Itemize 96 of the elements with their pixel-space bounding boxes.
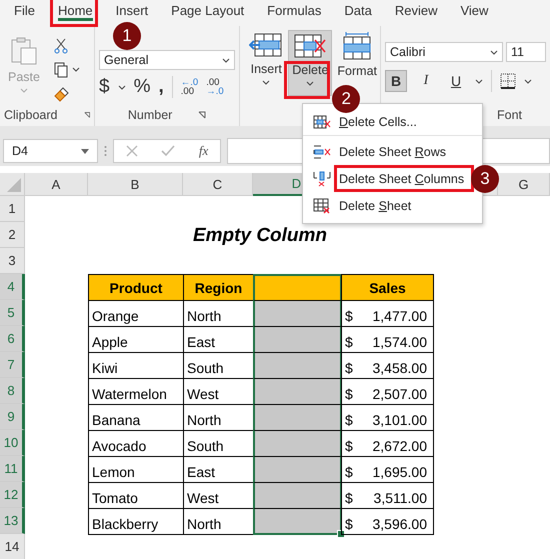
- row-header[interactable]: 5: [0, 300, 25, 326]
- column-header[interactable]: B: [88, 173, 183, 196]
- format-cells-icon: [342, 32, 372, 60]
- currency-symbol: $: [345, 438, 353, 454]
- number-format-dropdown[interactable]: General: [99, 50, 236, 70]
- row-header[interactable]: 7: [0, 352, 25, 378]
- delete-sheet-icon: [313, 198, 331, 214]
- currency-symbol: $: [345, 308, 353, 324]
- expand-icon[interactable]: [198, 111, 206, 119]
- decrease-decimal-button[interactable]: .00 →.0: [206, 78, 224, 96]
- sales-amount: 3,596.00: [372, 516, 427, 532]
- caret-icon: [306, 81, 314, 86]
- grip-icon: [104, 145, 107, 157]
- sales-amount: 3,458.00: [372, 360, 427, 376]
- group-label: Number: [128, 108, 172, 122]
- row-header[interactable]: 13: [0, 508, 25, 534]
- table-cell: Blackberry: [88, 508, 184, 535]
- clipboard-icon: [10, 36, 38, 66]
- currency-symbol: $: [345, 412, 353, 428]
- header-cell: Product: [88, 274, 184, 301]
- highlight-frame: [284, 61, 330, 99]
- ribbon-tab[interactable]: Page Layout: [171, 0, 244, 21]
- currency-symbol: $: [345, 490, 353, 506]
- expand-icon[interactable]: [84, 111, 90, 119]
- row-header[interactable]: 8: [0, 378, 25, 404]
- borders-icon[interactable]: [500, 73, 516, 89]
- copy-icon[interactable]: [54, 62, 80, 78]
- group-label: Clipboard: [4, 108, 58, 122]
- sales-amount: 2,507.00: [372, 386, 427, 402]
- row-header[interactable]: 12: [0, 482, 25, 508]
- step-badge: 2: [332, 85, 360, 113]
- name-box[interactable]: D4: [3, 139, 98, 163]
- sales-amount: 3,101.00: [372, 412, 427, 428]
- check-icon[interactable]: [161, 145, 176, 157]
- currency-button[interactable]: $: [99, 76, 110, 98]
- ribbon-tab[interactable]: Formulas: [267, 0, 322, 21]
- caret-icon: [262, 80, 270, 85]
- ribbon-tab[interactable]: File: [14, 0, 35, 21]
- sheet-title: Empty Column: [192, 225, 328, 247]
- currency-symbol: $: [345, 360, 353, 376]
- menu-item[interactable]: Delete Sheet Columns: [339, 172, 464, 186]
- font-style-button[interactable]: I: [415, 70, 437, 92]
- currency-symbol: $: [345, 516, 353, 532]
- row-header[interactable]: 9: [0, 404, 25, 430]
- row-header[interactable]: 1: [0, 196, 25, 222]
- header-cell: Sales: [341, 274, 434, 301]
- column-header[interactable]: A: [25, 173, 88, 196]
- sales-amount: 2,672.00: [372, 438, 427, 454]
- menu-item[interactable]: Delete Sheet Rows: [339, 144, 446, 158]
- font-style-button[interactable]: U: [445, 70, 467, 92]
- ribbon-tab[interactable]: Home: [58, 0, 93, 21]
- insert-function-button[interactable]: fx: [198, 143, 208, 159]
- ribbon-tab[interactable]: Review: [394, 0, 438, 21]
- sales-amount: 3,511.00: [374, 490, 427, 506]
- increase-decimal-button[interactable]: ←.0 .00: [180, 78, 198, 96]
- row-header[interactable]: 3: [0, 248, 25, 274]
- caret-icon: [222, 58, 230, 62]
- comma-button[interactable]: ,: [158, 76, 164, 98]
- currency-symbol: $: [345, 334, 353, 350]
- delete-columns-icon: [313, 170, 331, 186]
- ribbon-tab[interactable]: Data: [344, 0, 372, 21]
- delete-cells-icon: [293, 33, 328, 59]
- row-header[interactable]: 2: [0, 222, 25, 248]
- row-header[interactable]: 4: [0, 274, 25, 300]
- sales-amount: 1,477.00: [372, 308, 427, 324]
- sales-amount: 1,695.00: [372, 464, 427, 480]
- cells-button[interactable]: Insert: [246, 30, 286, 89]
- row-header[interactable]: 11: [0, 456, 25, 482]
- caret-icon[interactable]: [475, 78, 483, 84]
- caret-icon: [490, 50, 498, 54]
- row-header[interactable]: 6: [0, 326, 25, 352]
- cells-button[interactable]: Format: [334, 30, 380, 82]
- percent-button[interactable]: %: [134, 76, 150, 98]
- ribbon-tab[interactable]: Insert: [116, 0, 148, 21]
- caret-icon[interactable]: [524, 78, 532, 84]
- menu-item[interactable]: Delete Sheet: [339, 198, 412, 212]
- delete-cells-icon: [313, 114, 331, 128]
- caret-icon[interactable]: [118, 84, 126, 90]
- row-header[interactable]: 10: [0, 430, 25, 456]
- font-name-dropdown[interactable]: Calibri: [385, 42, 503, 62]
- caret-icon: [20, 88, 28, 93]
- group-label: Font: [496, 108, 522, 122]
- row-header[interactable]: 14: [0, 534, 25, 559]
- header-cell: Region: [183, 274, 254, 301]
- delete-rows-icon: [313, 144, 331, 158]
- sales-amount: 1,574.00: [372, 334, 427, 350]
- cells-button[interactable]: Delete: [288, 30, 332, 96]
- currency-symbol: $: [345, 464, 353, 480]
- insert-cells-icon: [249, 32, 284, 58]
- font-size-dropdown[interactable]: 11: [506, 42, 546, 62]
- ribbon-tab[interactable]: View: [460, 0, 488, 21]
- font-style-button[interactable]: B: [385, 70, 407, 92]
- currency-symbol: $: [345, 386, 353, 402]
- menu-item[interactable]: Delete Cells...: [339, 114, 417, 128]
- cut-icon[interactable]: [54, 38, 68, 54]
- caret-icon: [81, 148, 89, 154]
